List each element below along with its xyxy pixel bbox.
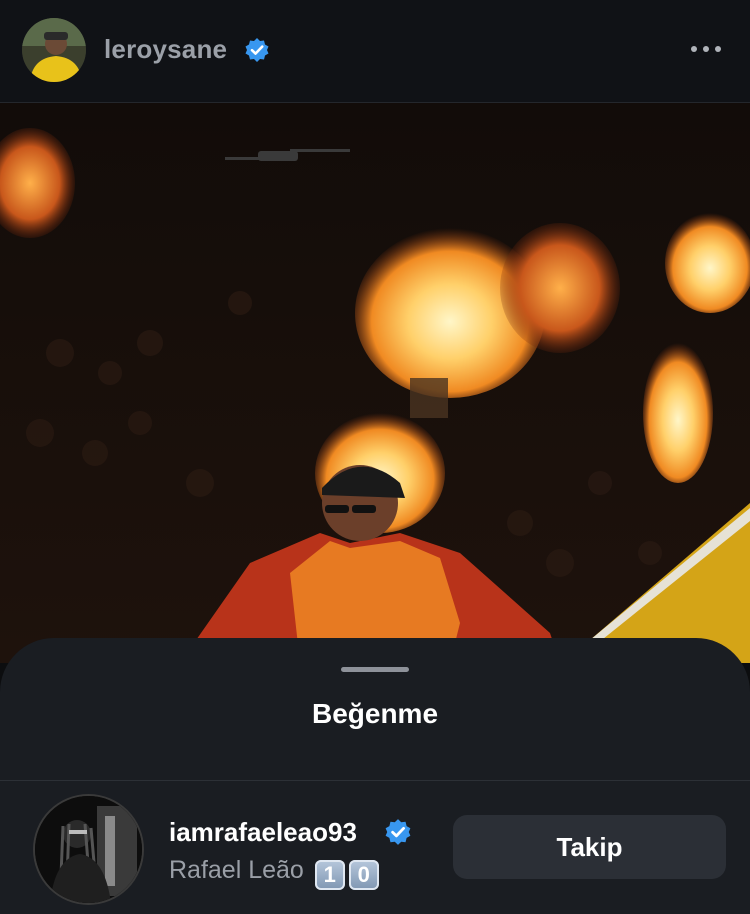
sheet-title: Beğenme [311,698,439,729]
sheet-grabber[interactable] [341,667,409,672]
post-header: leroysane [0,0,750,103]
post-image[interactable] [0,103,750,663]
liker-avatar[interactable] [33,794,144,905]
verified-badge-icon [385,819,411,845]
poster-username[interactable]: leroysane [104,34,227,65]
liker-avatar-image [35,796,142,903]
likes-sheet: Beğenme iamrafaeleao93 Rafael Leão 1 0 T… [0,638,750,914]
liker-row[interactable]: iamrafaeleao93 Rafael Leão 10 Takip [0,781,750,914]
liker-username[interactable]: iamrafaeleao93 [169,817,357,848]
avatar-image [22,18,86,82]
poster-avatar[interactable] [22,18,86,82]
verified-badge-icon [245,38,269,62]
liker-full-name: Rafael Leão 10 [169,856,379,890]
more-options-icon[interactable] [688,36,724,62]
keycap-digit-zero-icon: 0 [348,860,379,890]
stadium-photo [0,103,750,663]
liker-full-name-text: Rafael Leão [169,856,304,884]
keycap-digit-one-icon: 1 [314,860,345,890]
follow-button[interactable]: Takip [453,815,726,879]
